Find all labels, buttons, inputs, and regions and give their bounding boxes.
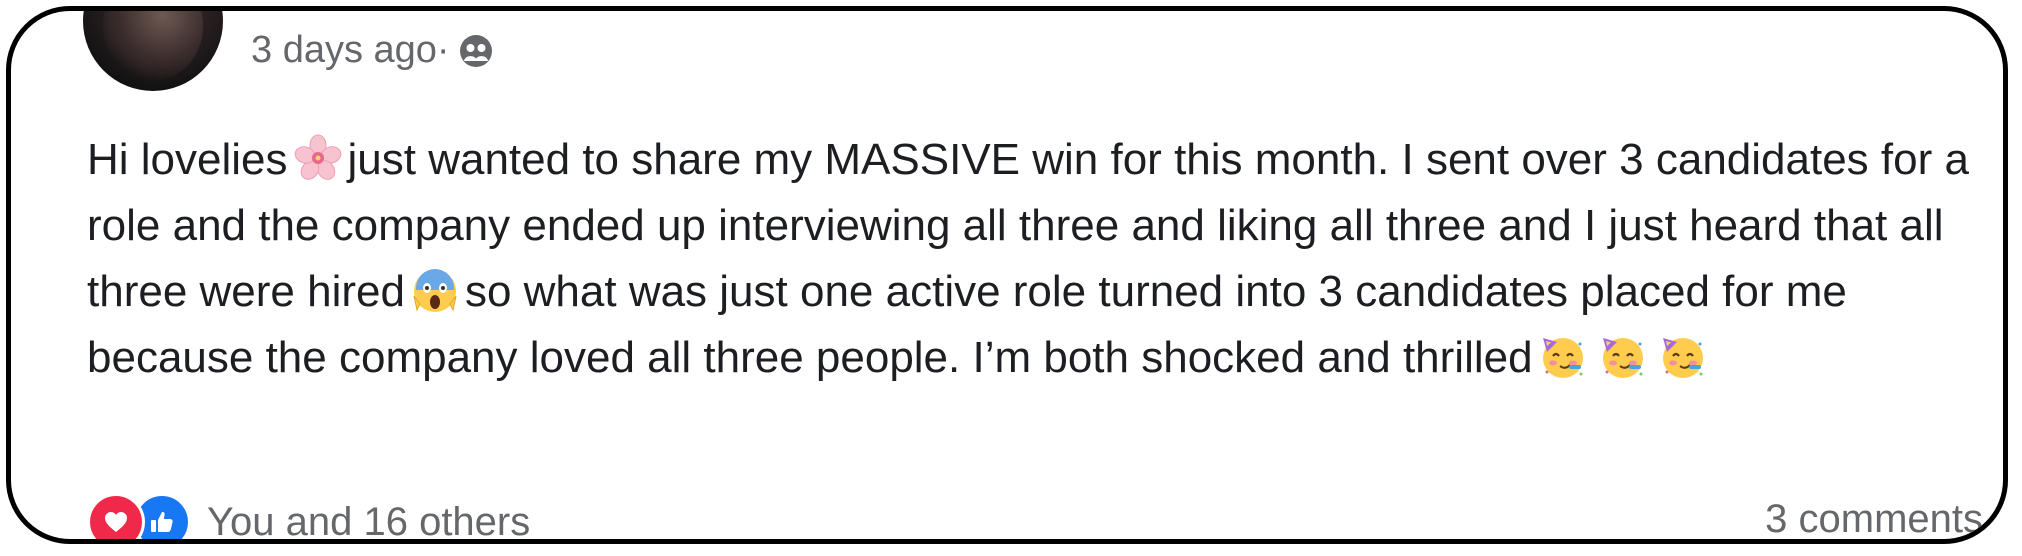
partying-face-emoji [1539,332,1587,380]
partying-face-emoji [1659,332,1707,380]
reactions-count-text: You and 16 others [207,499,531,544]
friends-audience-icon[interactable] [458,33,494,69]
comments-count-link[interactable]: 3 comments [1765,497,1983,539]
post-footer: You and 16 others 3 comments [87,493,1983,544]
post-text-segment-1: Hi lovelies [87,135,288,184]
reactions-summary[interactable]: You and 16 others [87,493,531,544]
love-reaction-icon [87,493,145,539]
post-meta: 3 days ago · [251,29,494,72]
post-card: 3 days ago · Hi lovelies just wanted to … [6,6,2008,544]
partying-face-emoji [1599,332,1647,380]
meta-separator: · [436,29,450,71]
avatar[interactable] [83,11,223,91]
post-timestamp[interactable]: 3 days ago [251,29,437,72]
post-body: Hi lovelies just wanted to share my MASS… [87,127,1977,391]
cherry-blossom-emoji [294,134,342,182]
face-screaming-in-fear-emoji [411,266,459,314]
